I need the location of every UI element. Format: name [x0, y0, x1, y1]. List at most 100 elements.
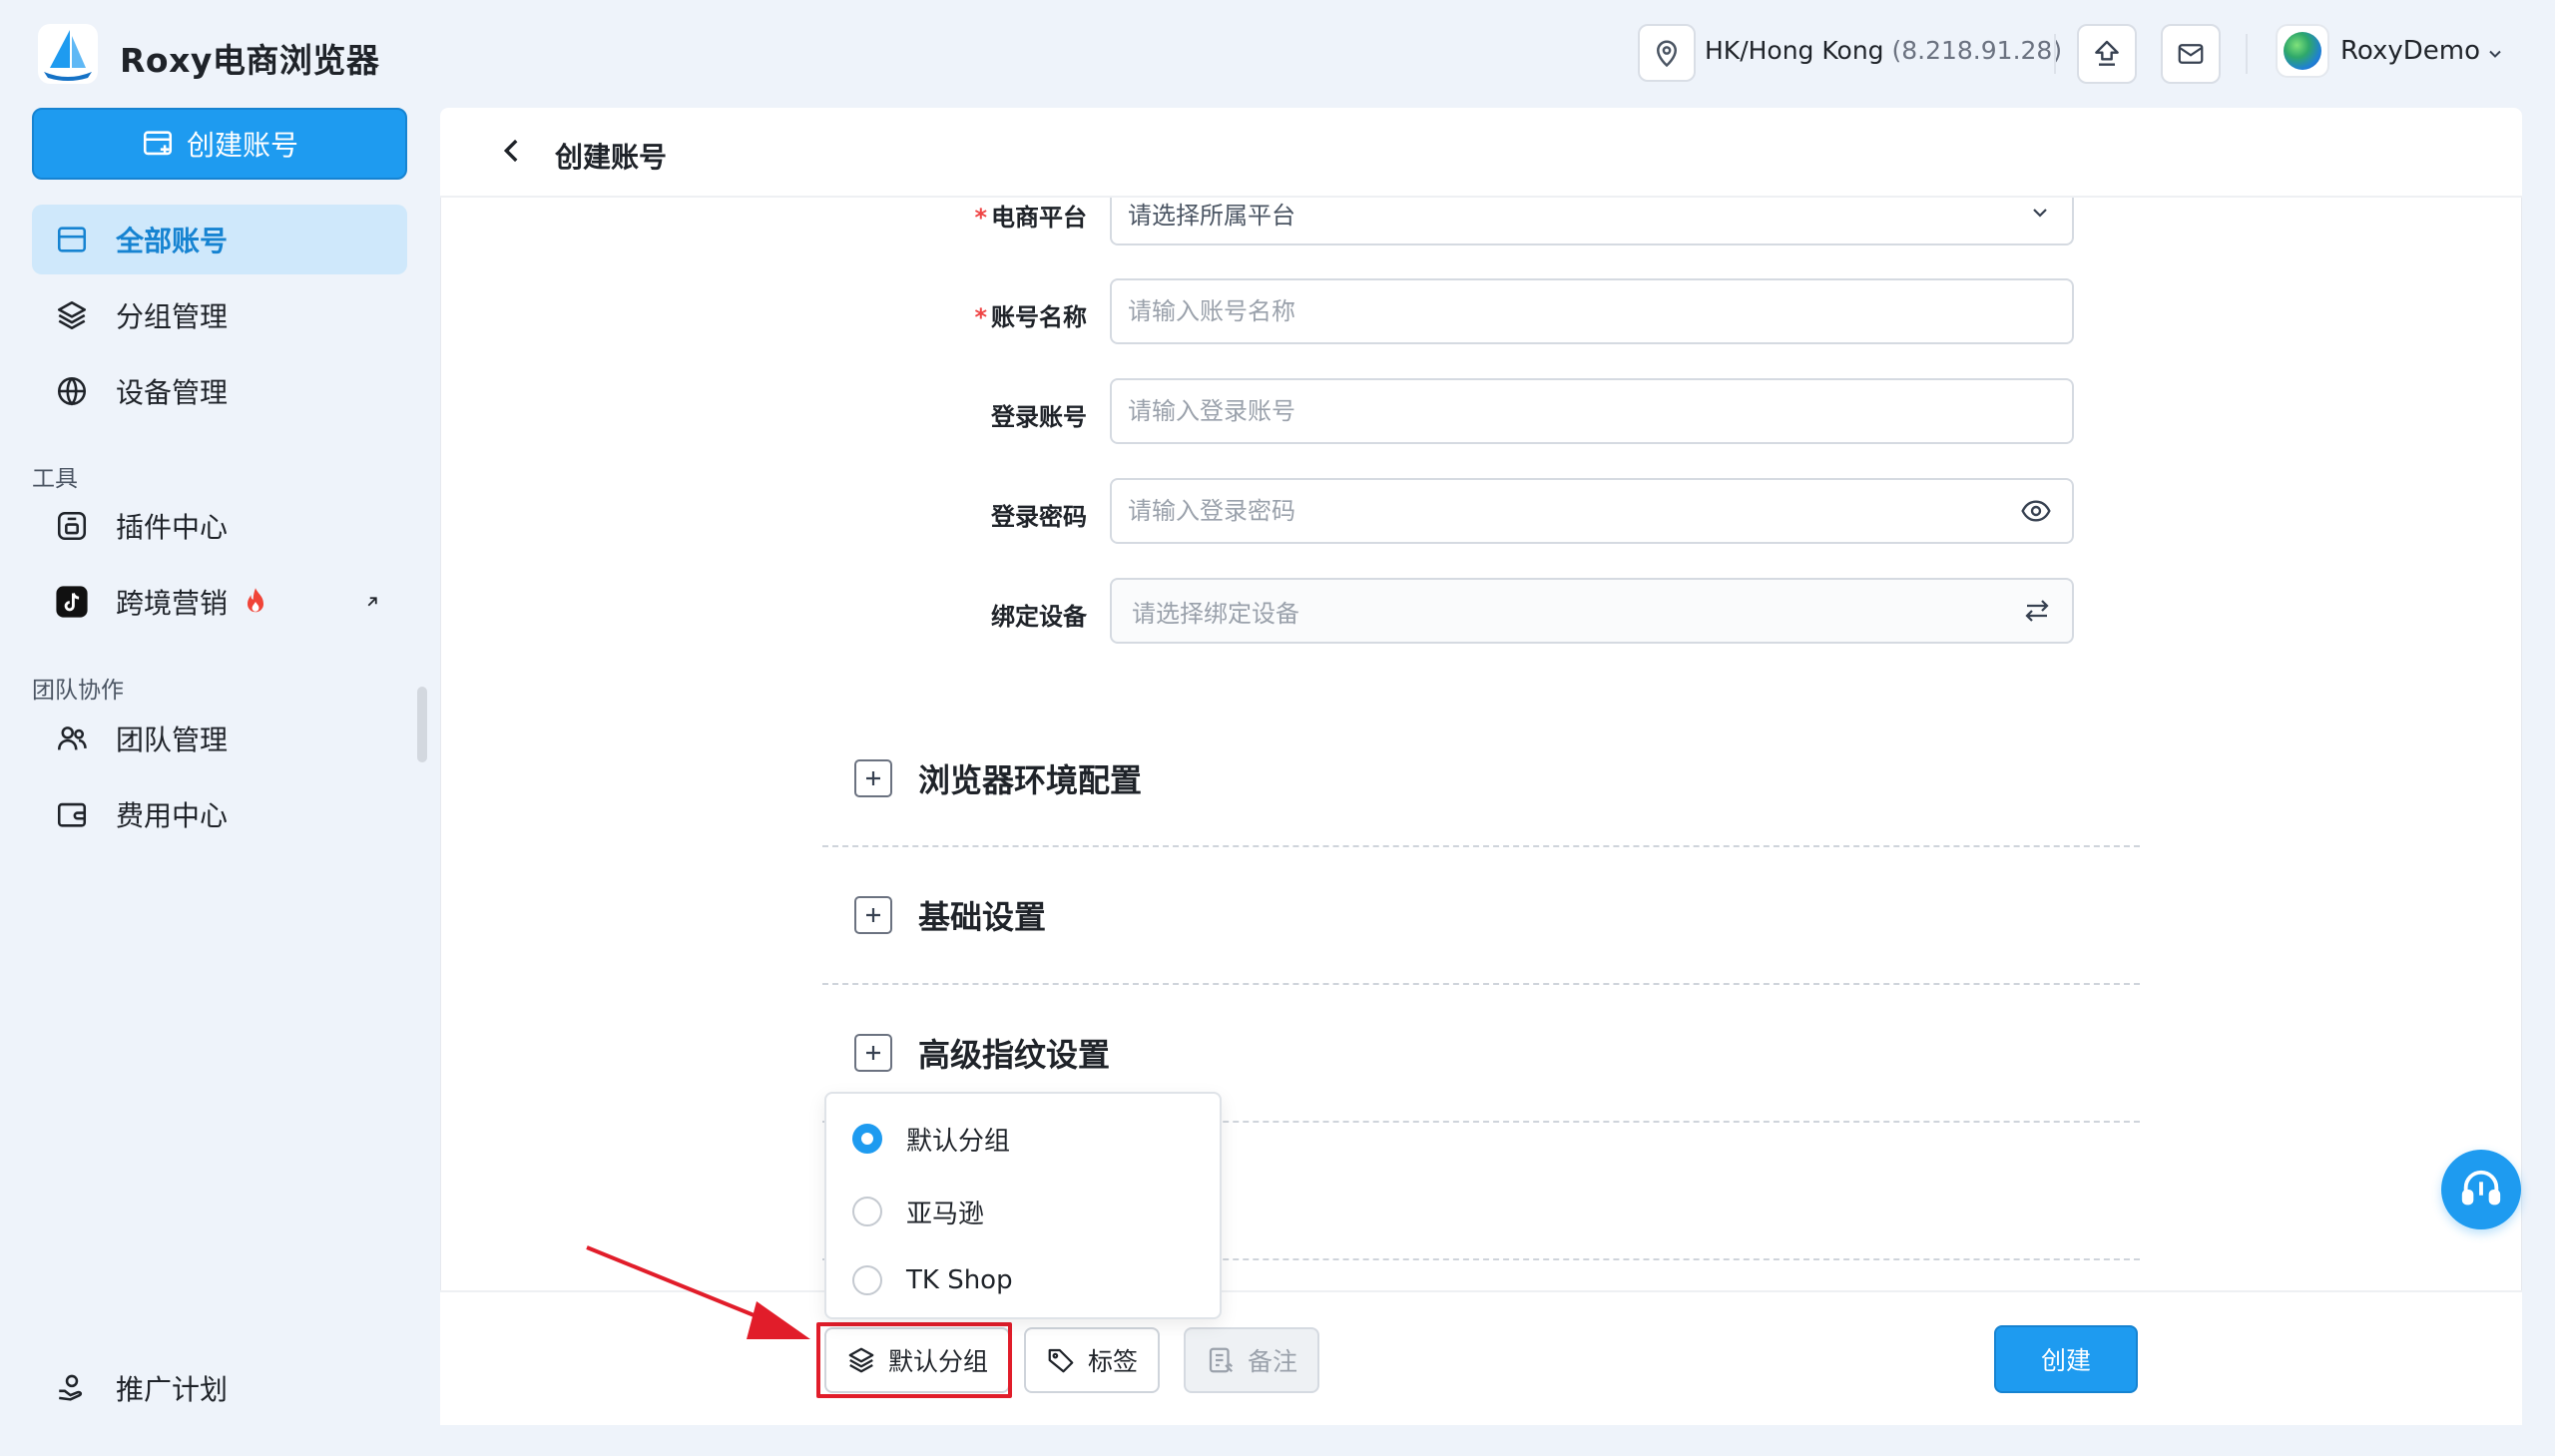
login-password-input[interactable] [1110, 478, 2074, 544]
sidebar-scrollbar[interactable] [417, 687, 427, 762]
avatar[interactable] [2276, 24, 2329, 78]
required-mark: * [974, 303, 987, 331]
sidebar-item-promotion[interactable]: 推广计划 [32, 1353, 407, 1423]
tag-chip-label: 标签 [1088, 1347, 1139, 1376]
eye-icon[interactable] [2020, 495, 2052, 527]
section-browser-env[interactable]: 浏览器环境配置 [854, 748, 1142, 808]
section-title: 高级指纹设置 [918, 1036, 1111, 1074]
create-submit-button[interactable]: 创建 [1994, 1325, 2138, 1393]
sidebar-item-plugins[interactable]: 插件中心 [32, 491, 407, 561]
group-option-amazon[interactable]: 亚马逊 [852, 1187, 984, 1236]
app-logo [36, 22, 100, 86]
add-card-icon [143, 131, 173, 156]
plus-icon[interactable] [854, 759, 892, 797]
mail-icon [2178, 44, 2204, 64]
sidebar-item-label: 团队管理 [116, 724, 229, 756]
location-label: HK/Hong Kong (8.218.91.28) [1705, 36, 2062, 65]
divider [2054, 34, 2056, 74]
section-label-team: 团队协作 [32, 678, 124, 704]
swap-icon[interactable] [2022, 596, 2052, 626]
user-name[interactable]: RoxyDemo [2340, 36, 2480, 66]
tiktok-icon [54, 584, 90, 620]
radio-unchecked[interactable] [852, 1265, 882, 1295]
headset-icon [2461, 1170, 2501, 1206]
required-mark: * [974, 204, 987, 232]
account-name-label: * 账号名称 [974, 303, 1087, 331]
section-title: 浏览器环境配置 [918, 761, 1143, 799]
upload-button[interactable] [2077, 24, 2137, 84]
chevron-down-icon[interactable] [2485, 44, 2505, 68]
account-name-input[interactable] [1110, 278, 2074, 344]
page-title: 创建账号 [555, 141, 668, 174]
sidebar-item-label: 推广计划 [116, 1373, 229, 1406]
bind-device-select[interactable]: 请选择绑定设备 [1110, 578, 2074, 644]
login-account-field[interactable] [1128, 397, 2052, 425]
note-chip-label: 备注 [1248, 1347, 1298, 1376]
sidebar-item-label: 跨境营销 [116, 587, 229, 620]
section-title: 基础设置 [918, 898, 1047, 936]
account-list-icon [54, 222, 90, 257]
promo-icon [54, 1370, 90, 1406]
platform-label: * 电商平台 [974, 204, 1087, 232]
fire-icon [242, 586, 269, 618]
radio-unchecked[interactable] [852, 1197, 882, 1226]
globe-avatar-icon [2284, 32, 2321, 70]
bind-device-label: 绑定设备 [991, 603, 1087, 631]
plus-icon[interactable] [854, 1034, 892, 1072]
plus-icon[interactable] [854, 896, 892, 934]
location-region: HK/Hong Kong [1705, 36, 1884, 65]
external-link-icon [363, 593, 381, 611]
sidebar-item-label: 设备管理 [116, 376, 229, 409]
tag-chip-button[interactable]: 标签 [1024, 1327, 1161, 1393]
group-option-label: TK Shop [906, 1265, 1013, 1295]
customer-support-button[interactable] [2441, 1150, 2521, 1229]
section-basic-settings[interactable]: 基础设置 [854, 885, 1046, 945]
group-dropdown-menu: 默认分组 亚马逊 TK Shop [824, 1092, 1222, 1319]
chevron-down-icon [2033, 209, 2047, 218]
sidebar-item-devices[interactable]: 设备管理 [32, 356, 407, 426]
note-icon [1209, 1347, 1234, 1373]
create-account-button[interactable]: 创建账号 [32, 108, 407, 180]
annotation-arrow [586, 1245, 810, 1339]
bind-device-placeholder: 请选择绑定设备 [1132, 599, 1299, 628]
team-icon [54, 721, 90, 756]
plugin-icon [54, 508, 90, 544]
sidebar-item-groups[interactable]: 分组管理 [32, 280, 407, 350]
group-option-label: 亚马逊 [906, 1199, 985, 1229]
sidebar-item-label: 插件中心 [116, 511, 229, 544]
sidebar-item-billing[interactable]: 费用中心 [32, 779, 407, 849]
upload-icon [2095, 40, 2119, 66]
sidebar-item-label: 全部账号 [116, 225, 229, 257]
radio-checked[interactable] [852, 1124, 882, 1154]
create-account-label: 创建账号 [186, 129, 298, 162]
page-header [440, 108, 2522, 198]
login-account-label: 登录账号 [991, 403, 1087, 431]
note-chip-button[interactable]: 备注 [1184, 1327, 1320, 1393]
divider [2246, 34, 2248, 74]
account-name-field[interactable] [1128, 297, 2052, 325]
location-icon[interactable] [1638, 24, 1696, 82]
group-option-default[interactable]: 默认分组 [852, 1114, 1010, 1164]
sidebar-item-label: 分组管理 [116, 300, 229, 333]
globe-icon [54, 373, 90, 409]
app-name: Roxy电商浏览器 [120, 41, 380, 80]
sidebar-item-all-accounts[interactable]: 全部账号 [32, 205, 407, 274]
divider [822, 983, 2140, 985]
annotation-highlight [816, 1322, 1012, 1398]
location-ip: (8.218.91.28) [1891, 36, 2063, 65]
sidebar-item-team[interactable]: 团队管理 [32, 704, 407, 773]
section-advanced-fingerprint[interactable]: 高级指纹设置 [854, 1023, 1110, 1083]
group-option-label: 默认分组 [906, 1126, 1011, 1157]
sidebar-item-marketing[interactable]: 跨境营销 [32, 567, 407, 637]
divider [822, 845, 2140, 847]
message-button[interactable] [2161, 24, 2221, 84]
login-account-input[interactable] [1110, 378, 2074, 444]
sidebar-item-label: 费用中心 [116, 799, 229, 832]
login-password-label: 登录密码 [991, 503, 1087, 531]
back-arrow-icon[interactable] [495, 134, 529, 172]
wallet-icon [54, 796, 90, 832]
login-password-field[interactable] [1128, 497, 2020, 525]
group-option-tkshop[interactable]: TK Shop [852, 1255, 1013, 1305]
tag-icon [1048, 1348, 1074, 1373]
layers-icon [54, 297, 90, 333]
